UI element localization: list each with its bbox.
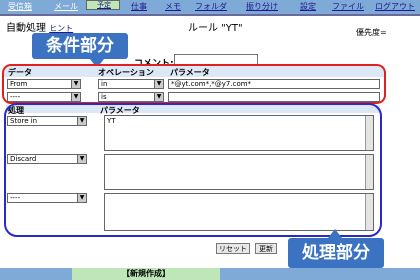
callout-action: 処理部分 [288,229,384,268]
reset-button[interactable]: リセット [216,243,250,254]
priority-label: 優先度= [356,28,387,37]
tab-schedule[interactable]: 予定 [86,0,120,10]
rule-title: ルール "YT" [188,23,243,34]
tab-bar: 受信箱 メール 予定 仕事 メモ フォルダ 振り分け 設定 ファイル ログアウト [0,0,420,14]
tab-tasks[interactable]: 仕事 [120,0,158,14]
update-button[interactable]: 更新 [255,243,277,254]
tab-filter[interactable]: 振り分け [234,0,290,14]
action-section-highlight [4,103,382,237]
callout-condition: 条件部分 [32,33,128,68]
tab-memo[interactable]: メモ [158,0,188,14]
tab-files[interactable]: ファイル [326,0,370,14]
page-title-row: 自動処理 ヒント [6,19,73,34]
tab-logout[interactable]: ログアウト [370,0,420,14]
subnav-divider [0,14,420,16]
tab-folder[interactable]: フォルダ [188,0,234,14]
hint-link[interactable]: ヒント [49,24,73,33]
condition-section-highlight [2,64,386,104]
tab-mail[interactable]: メール [46,0,86,14]
tab-settings[interactable]: 設定 [290,0,326,14]
tab-inbox[interactable]: 受信箱 [0,0,40,14]
new-create-tab[interactable]: 【新規作成】 [72,268,220,280]
